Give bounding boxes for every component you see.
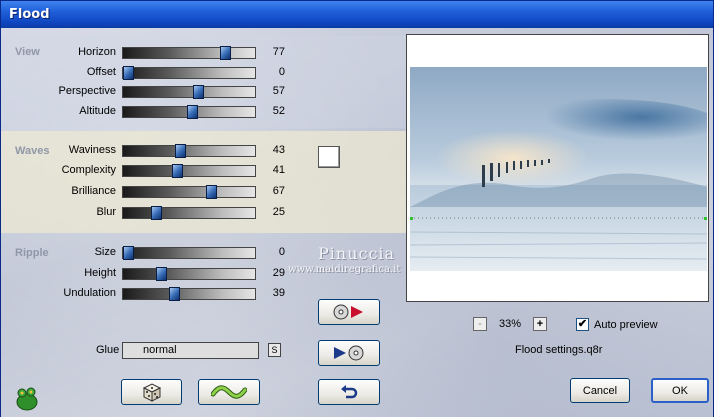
frog-logo-icon[interactable] (14, 386, 40, 412)
slider-perspective: Perspective 57 (1, 83, 301, 101)
slider-thumb[interactable] (123, 246, 134, 260)
glue-label: Glue (96, 344, 120, 356)
settings-filename: Flood settings.q8r (515, 344, 603, 356)
window-title: Flood (9, 7, 50, 22)
slider-height: Height 29 (1, 265, 301, 283)
slider-value[interactable]: 67 (263, 185, 285, 197)
watermark-name: Pinuccia (318, 244, 396, 263)
slider-track[interactable] (122, 206, 256, 220)
flood-preview-graphic (410, 67, 707, 271)
slider-track[interactable] (122, 246, 256, 260)
slider-value[interactable]: 39 (263, 287, 285, 299)
slider-thumb[interactable] (193, 85, 205, 99)
slider-value[interactable]: 57 (263, 85, 285, 97)
glue-dropdown[interactable]: normal (122, 342, 259, 359)
preview-pane[interactable] (406, 34, 709, 302)
slider-label: Brilliance (71, 185, 116, 197)
slider-label: Complexity (61, 164, 116, 176)
slider-undulation: Undulation 39 (1, 285, 301, 303)
slider-value[interactable]: 41 (263, 164, 285, 176)
slider-label: Offset (86, 66, 116, 78)
slider-thumb[interactable] (169, 287, 181, 301)
zoom-in-button[interactable]: + (533, 317, 547, 331)
slider-value[interactable]: 29 (263, 267, 285, 279)
flood-color-swatch[interactable] (318, 146, 340, 168)
slider-brilliance: Brilliance 67 (1, 183, 301, 201)
wave-icon (211, 385, 247, 399)
slider-waviness: Waviness 43 (1, 142, 301, 160)
slider-track[interactable] (122, 144, 256, 158)
random-button[interactable] (121, 379, 182, 405)
dialog-body: View Waves Ripple Horizon 77 Offset 0 Pe… (1, 28, 713, 417)
preview-image (410, 67, 707, 271)
save-preset-button[interactable] (318, 299, 380, 325)
slider-track[interactable] (122, 105, 256, 119)
slider-track[interactable] (122, 185, 256, 199)
slider-label: Undulation (63, 287, 116, 299)
slider-thumb[interactable] (123, 66, 134, 80)
ok-button[interactable]: OK (651, 378, 709, 403)
slider-size: Size 0 (1, 244, 301, 262)
undo-arrow-icon (341, 385, 358, 399)
slider-thumb[interactable] (219, 46, 231, 60)
slider-blur: Blur 25 (1, 204, 301, 222)
slider-thumb[interactable] (156, 267, 168, 281)
disc-load-icon (334, 345, 364, 361)
slider-thumb[interactable] (186, 105, 198, 119)
slider-track[interactable] (122, 267, 256, 281)
slider-label: Perspective (58, 85, 116, 97)
slider-label: Altitude (79, 105, 116, 117)
zoom-out-button[interactable]: - (473, 317, 487, 331)
slider-complexity: Complexity 41 (1, 162, 301, 180)
watermark-url: www.maidiregrafica.it (288, 264, 401, 275)
load-preset-button[interactable] (318, 340, 380, 366)
glue-lock-toggle[interactable]: S (268, 343, 281, 357)
dice-icon (142, 383, 161, 402)
slider-value[interactable]: 25 (263, 206, 285, 218)
slider-track[interactable] (122, 66, 256, 80)
slider-track[interactable] (122, 85, 256, 99)
slider-value[interactable]: 43 (263, 144, 285, 156)
undo-button[interactable] (318, 379, 380, 405)
slider-track[interactable] (122, 46, 256, 60)
slider-value[interactable]: 77 (263, 46, 285, 58)
slider-track[interactable] (122, 287, 256, 301)
slider-value[interactable]: 0 (263, 66, 285, 78)
flood-dialog: Flood View Waves Ripple Horizon 77 Offse… (0, 0, 714, 417)
disc-save-icon (333, 304, 363, 320)
auto-preview-label[interactable]: Auto preview (594, 319, 658, 331)
cancel-button[interactable]: Cancel (570, 378, 630, 403)
slider-label: Size (94, 246, 116, 258)
zoom-level: 33% (499, 318, 522, 330)
slider-horizon: Horizon 77 (1, 44, 301, 62)
slider-label: Blur (96, 206, 116, 218)
slider-value[interactable]: 52 (263, 105, 285, 117)
slider-track[interactable] (122, 164, 256, 178)
slider-label: Waviness (68, 144, 116, 156)
slider-thumb[interactable] (172, 164, 184, 178)
slider-offset: Offset 0 (1, 64, 301, 82)
slider-label: Height (84, 267, 116, 279)
title-bar: Flood (1, 1, 713, 28)
reset-wave-button[interactable] (198, 379, 260, 405)
slider-label: Horizon (78, 46, 116, 58)
slider-altitude: Altitude 52 (1, 103, 301, 121)
auto-preview-checkbox[interactable]: ✔ (576, 318, 589, 331)
slider-value[interactable]: 0 (263, 246, 285, 258)
slider-thumb[interactable] (151, 206, 162, 220)
slider-thumb[interactable] (206, 185, 218, 199)
slider-thumb[interactable] (174, 144, 186, 158)
